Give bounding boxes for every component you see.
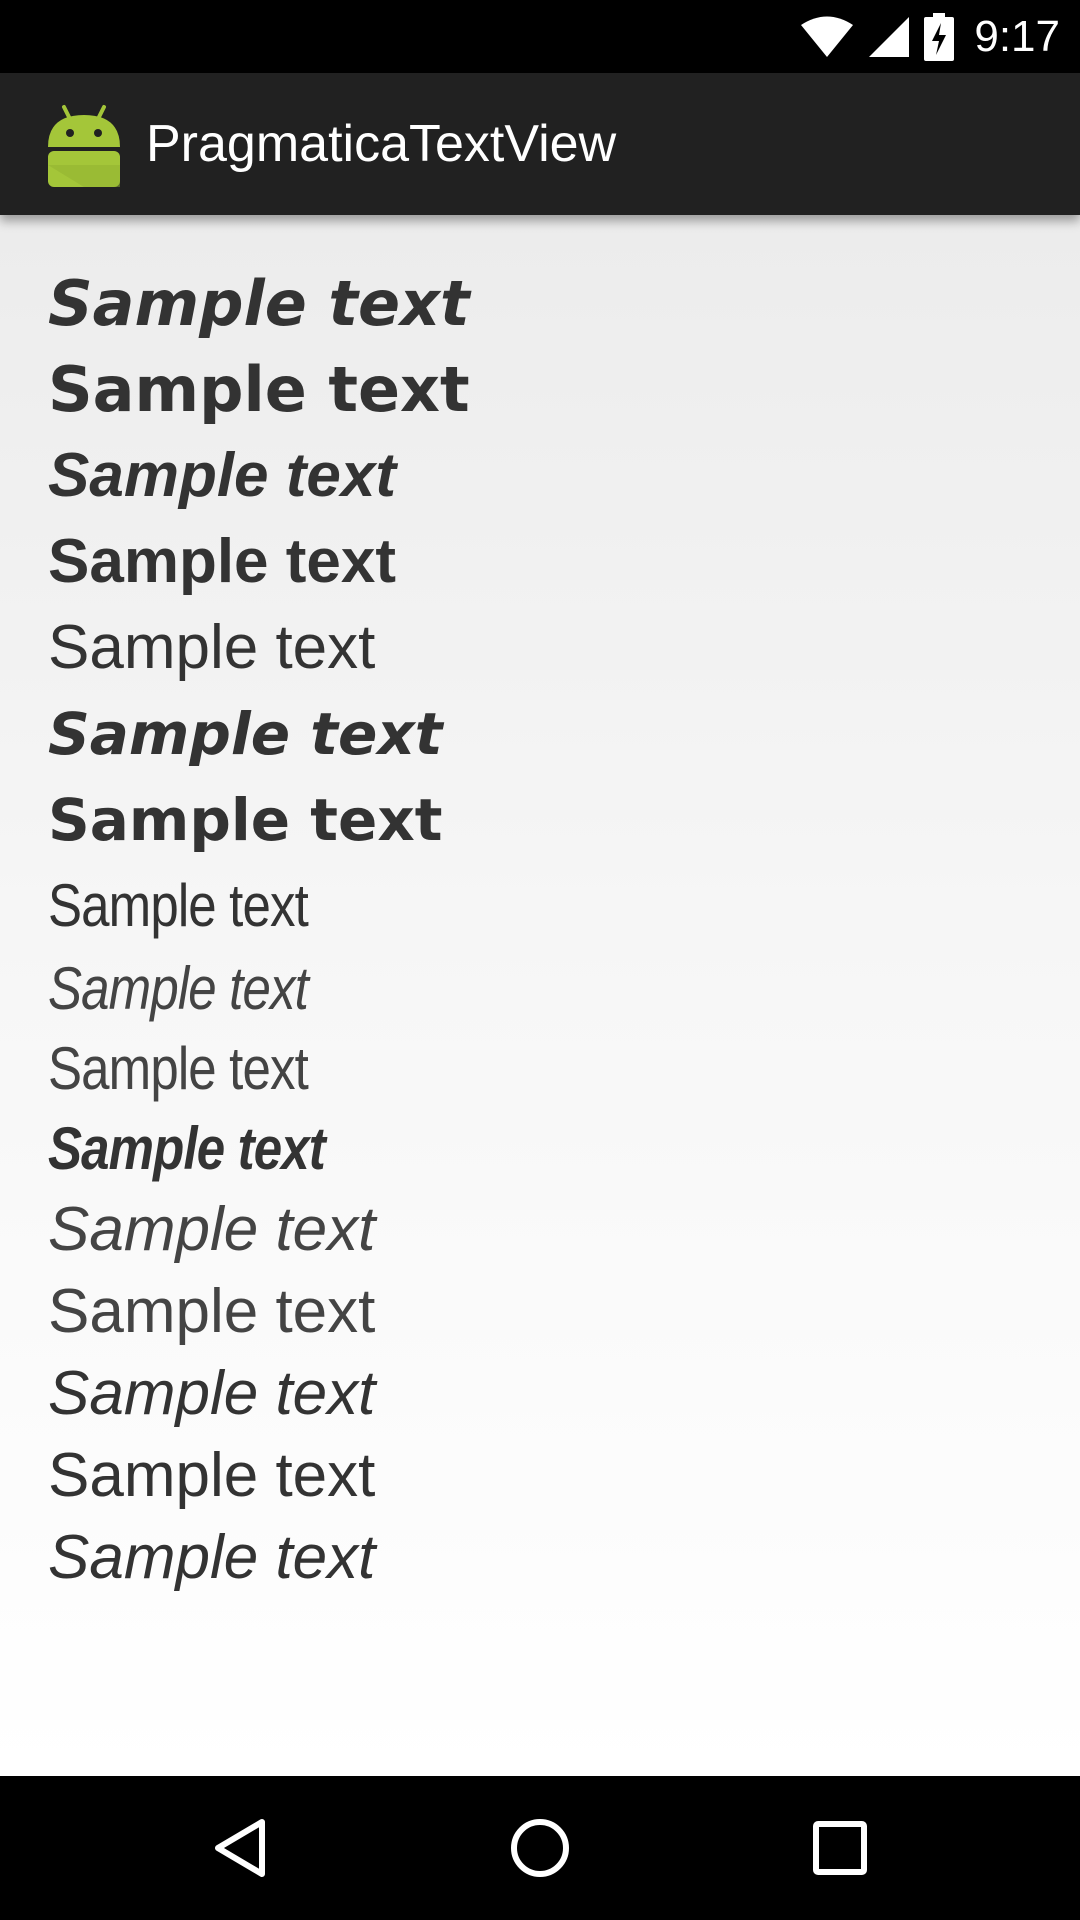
sample-text: Sample text — [48, 1195, 376, 1264]
sample-text: Sample text — [48, 1035, 309, 1102]
cell-signal-icon — [869, 16, 910, 57]
sample-text: Sample text — [48, 1115, 326, 1182]
recents-button[interactable] — [760, 1776, 920, 1920]
sample-text: Sample text — [48, 955, 309, 1022]
back-button[interactable] — [160, 1776, 320, 1920]
sample-text: Sample text — [48, 872, 309, 939]
sample-text: Sample text — [48, 1523, 376, 1592]
sample-text: Sample text — [48, 613, 376, 682]
sample-text: Sample text — [48, 786, 443, 854]
sample-list: Sample text Sample text Sample text Samp… — [48, 261, 470, 1599]
sample-text: Sample text — [48, 353, 470, 426]
sample-text: Sample text — [48, 1359, 376, 1428]
action-bar: PragmaticaTextView — [0, 73, 1080, 215]
status-icons: 9:17 — [800, 0, 1060, 73]
home-button[interactable] — [460, 1776, 620, 1920]
home-icon — [511, 1819, 569, 1877]
recents-icon — [813, 1821, 867, 1875]
sample-text: Sample text — [48, 1441, 376, 1510]
battery-charging-icon — [924, 12, 955, 61]
app-title: PragmaticaTextView — [146, 115, 617, 173]
wifi-icon — [801, 16, 854, 57]
status-time: 9:17 — [974, 11, 1060, 61]
sample-text: Sample text — [48, 441, 397, 510]
android-icon — [48, 105, 120, 187]
back-icon — [215, 1819, 265, 1877]
sample-text: Sample text — [48, 267, 470, 340]
navigation-bar — [0, 1776, 1080, 1920]
sample-text: Sample text — [48, 527, 397, 596]
content-area: Sample text Sample text Sample text Samp… — [0, 215, 1080, 1776]
sample-text: Sample text — [48, 1277, 376, 1346]
sample-text: Sample text — [48, 700, 443, 768]
status-bar: 9:17 — [0, 0, 1080, 73]
